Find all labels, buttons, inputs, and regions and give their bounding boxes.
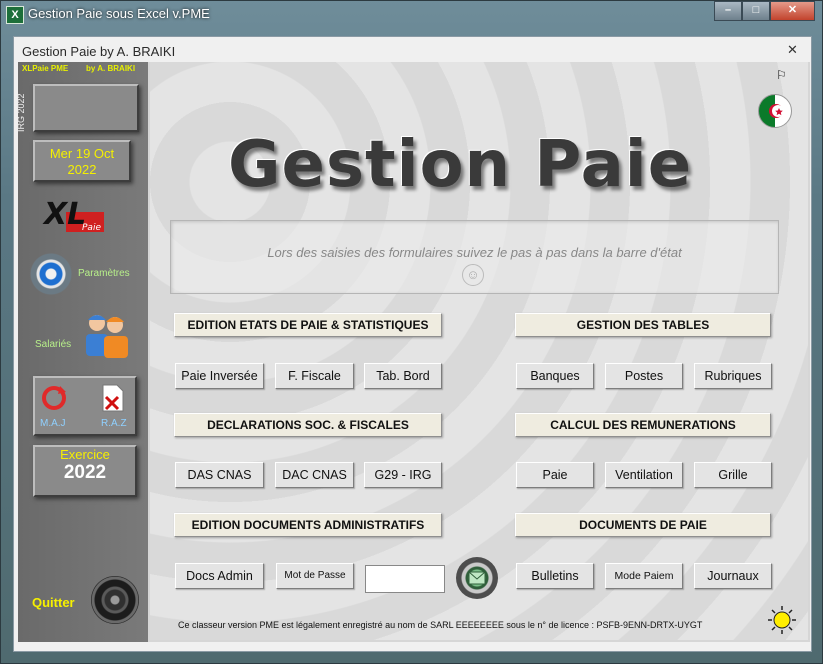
ventilation-button[interactable]: Ventilation: [605, 462, 683, 488]
date-box: Mer 19 Oct 2022: [33, 140, 131, 182]
excel-app-icon: X: [6, 6, 24, 24]
maximize-icon[interactable]: □: [742, 1, 770, 21]
parametres-label[interactable]: Paramètres: [78, 268, 130, 279]
algeria-flag-icon: [758, 94, 792, 128]
das-cnas-button[interactable]: DAS CNAS: [175, 462, 264, 488]
logo-xl-text: XL: [42, 197, 86, 232]
close-window-icon[interactable]: ✕: [770, 1, 815, 21]
employees-icon[interactable]: [80, 310, 132, 358]
section-edition-documents: EDITION DOCUMENTS ADMINISTRATIFS: [174, 513, 442, 537]
quit-label[interactable]: Quitter: [32, 595, 75, 610]
exercice-box: Exercice 2022: [33, 445, 137, 497]
gestion-paie-logo: Gestion Paie: [228, 128, 693, 202]
raz-label[interactable]: R.A.Z: [101, 418, 127, 429]
section-gestion-tables: GESTION DES TABLES: [515, 313, 771, 337]
exercice-label: Exercice: [60, 447, 110, 462]
section-calcul-remunerations: CALCUL DES REMUNERATIONS: [515, 413, 771, 437]
dac-cnas-button[interactable]: DAC CNAS: [275, 462, 354, 488]
postes-button[interactable]: Postes: [605, 363, 683, 389]
smiley-icon: ☺: [462, 264, 484, 286]
status-message: Lors des saisies des formulaires suivez …: [267, 245, 682, 260]
settings-gear-icon[interactable]: [30, 253, 72, 295]
rubriques-button[interactable]: Rubriques: [694, 363, 772, 389]
date-year: 2022: [67, 162, 97, 177]
paie-button[interactable]: Paie: [516, 462, 594, 488]
mode-paiement-button[interactable]: Mode Paiem: [605, 563, 683, 589]
docs-admin-button[interactable]: Docs Admin: [175, 563, 264, 589]
section-documents-paie: DOCUMENTS DE PAIE: [515, 513, 771, 537]
userform-close-icon[interactable]: ✕: [787, 42, 798, 58]
license-notice: Ce classeur version PME est légalement e…: [178, 620, 703, 630]
journaux-button[interactable]: Journaux: [694, 563, 772, 589]
window-controls: – □ ✕: [714, 1, 815, 21]
grille-button[interactable]: Grille: [694, 462, 772, 488]
salaries-label[interactable]: Salariés: [35, 339, 71, 350]
fiche-fiscale-button[interactable]: F. Fiscale: [275, 363, 354, 389]
logo-paie-text: Paie: [82, 223, 101, 233]
maj-label[interactable]: M.A.J: [40, 418, 66, 429]
g29-irg-button[interactable]: G29 - IRG: [364, 462, 442, 488]
flag-icon[interactable]: ⚐: [776, 68, 787, 82]
mail-envelope-icon[interactable]: [456, 557, 498, 599]
banques-button[interactable]: Banques: [516, 363, 594, 389]
date-day: Mer 19 Oct: [49, 146, 115, 161]
section-declarations: DECLARATIONS SOC. & FISCALES: [174, 413, 442, 437]
bulletins-button[interactable]: Bulletins: [516, 563, 594, 589]
brand-label: XLPaie PME: [22, 64, 69, 73]
xlpaie-logo-icon: XL Paie: [38, 192, 110, 236]
irg-vertical-tag: IRG 2022: [16, 93, 26, 132]
password-input[interactable]: [365, 565, 445, 593]
reset-file-icon[interactable]: [100, 383, 126, 413]
sun-icon[interactable]: [768, 606, 796, 634]
author-label: by A. BRAIKI: [86, 64, 136, 73]
exercice-year: 2022: [63, 462, 107, 483]
refresh-icon[interactable]: [40, 384, 68, 412]
blank-sidebar-button[interactable]: [33, 84, 139, 132]
quit-power-icon[interactable]: [91, 576, 139, 624]
minimize-icon[interactable]: –: [714, 1, 742, 21]
tableau-bord-button[interactable]: Tab. Bord: [364, 363, 442, 389]
paie-inversee-button[interactable]: Paie Inversée: [175, 363, 264, 389]
userform-title: Gestion Paie by A. BRAIKI: [22, 44, 176, 59]
mot-de-passe-button[interactable]: Mot de Passe: [276, 563, 354, 589]
window-title: Gestion Paie sous Excel v.PME: [28, 6, 210, 21]
section-edition-etats: EDITION ETATS DE PAIE & STATISTIQUES: [174, 313, 442, 337]
